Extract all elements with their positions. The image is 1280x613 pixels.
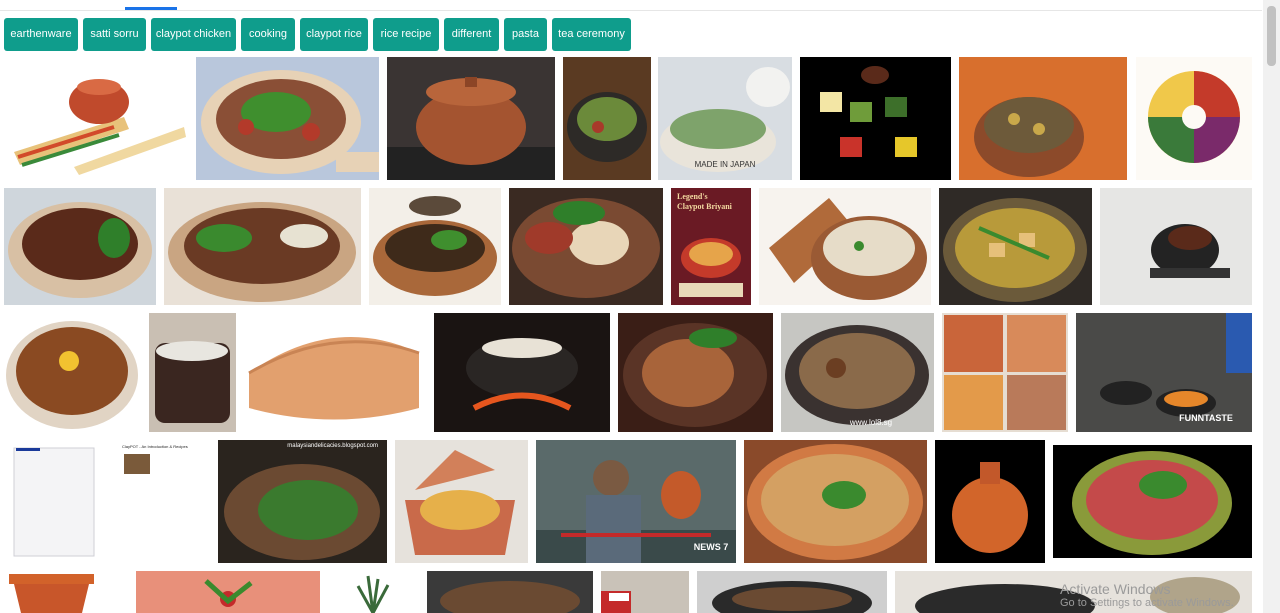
image-result-claypot-fire[interactable]: [434, 313, 610, 432]
image-result-claypot-soup[interactable]: [369, 188, 501, 305]
document-title-text: ClayPOT - An Introduction & Recipes: [122, 444, 188, 449]
funntaste-text: FUNNTASTE: [1179, 413, 1233, 423]
image-result-potter-news[interactable]: NEWS 7: [536, 440, 736, 563]
image-result-claypot-roast[interactable]: [395, 440, 528, 563]
chip-different[interactable]: different: [444, 18, 499, 51]
news7-logo-text: NEWS 7: [694, 542, 729, 552]
image-result-street-cooking[interactable]: FUNNTASTE: [1076, 313, 1252, 432]
image-result-claypot-briyani[interactable]: Legend's Claypot Briyani: [671, 188, 751, 305]
chip-cooking[interactable]: cooking: [241, 18, 295, 51]
image-result-claypot-pork[interactable]: [618, 313, 773, 432]
watermark-title: Activate Windows: [1060, 581, 1171, 597]
image-result-claypot-tofu[interactable]: [939, 188, 1092, 305]
chip-claypot-rice[interactable]: claypot rice: [300, 18, 368, 51]
image-result-spice-swirl[interactable]: [1136, 57, 1252, 180]
chip-rice-recipe[interactable]: rice recipe: [373, 18, 439, 51]
image-result-clay-collage[interactable]: [942, 313, 1068, 432]
lol8-url-text: www.lol8.sg: [849, 418, 892, 427]
top-tab-bar: [0, 0, 1262, 11]
image-result-claypot-vegetables[interactable]: [164, 188, 361, 305]
image-result-tea-set[interactable]: [800, 57, 951, 180]
image-result-document[interactable]: ClayPOT - An Introduction & Recipes: [4, 440, 210, 563]
malaysian-blog-url: malaysiandelicacies.blogspot.com: [287, 443, 378, 449]
image-result-congee-pot[interactable]: [149, 313, 236, 432]
image-result-claypot-greens-bowl[interactable]: [1053, 445, 1252, 558]
image-result-claypot-row5-a[interactable]: [427, 571, 593, 613]
image-result-terracotta-roaster[interactable]: [244, 313, 426, 432]
chip-tea-ceremony[interactable]: tea ceremony: [552, 18, 631, 51]
image-result-claypot-cooking[interactable]: [1100, 188, 1252, 305]
briyani-title-line1: Legend's: [677, 192, 708, 201]
image-result-claypot-noodles[interactable]: [4, 313, 141, 432]
image-result-pasta-pot[interactable]: [4, 57, 189, 180]
watermark-subtitle: Go to Settings to activate Windows.: [1060, 597, 1234, 609]
image-result-claypot-row5-b[interactable]: [697, 571, 887, 613]
image-result-claypot-dish[interactable]: [563, 57, 651, 180]
chip-satti-sorru[interactable]: satti sorru: [83, 18, 146, 51]
made-in-japan-text: MADE IN JAPAN: [695, 160, 756, 169]
image-result-claypot-chicken-blog[interactable]: malaysiandelicacies.blogspot.com: [218, 440, 387, 563]
image-result-claypot-meat[interactable]: [4, 188, 156, 305]
image-result-claypot-beans[interactable]: [759, 188, 931, 305]
image-result-claypot-rice[interactable]: [509, 188, 663, 305]
image-result-clay-pot-stove[interactable]: [387, 57, 555, 180]
briyani-title-line2: Claypot Briyani: [677, 202, 733, 211]
image-result-flag[interactable]: [601, 571, 689, 613]
activate-windows-watermark: Activate Windows Go to Settings to activ…: [1060, 581, 1234, 610]
image-result-tomato-plant[interactable]: [136, 571, 320, 613]
image-result-claypot-greens[interactable]: [196, 57, 379, 180]
image-result-claypot-feast[interactable]: [959, 57, 1127, 180]
image-result-claypot-egg[interactable]: www.lol8.sg: [781, 313, 934, 432]
chip-pasta[interactable]: pasta: [504, 18, 547, 51]
scrollbar-thumb[interactable]: [1267, 6, 1276, 66]
image-result-donabe-japan[interactable]: MADE IN JAPAN: [658, 57, 792, 180]
vertical-scrollbar[interactable]: [1263, 0, 1280, 613]
image-result-terracotta-pot[interactable]: [4, 571, 124, 613]
active-tab-indicator: [125, 7, 177, 10]
image-result-claypot-biryani-bowl[interactable]: [744, 440, 927, 563]
image-result-clay-pitcher[interactable]: [935, 440, 1045, 563]
chip-earthenware[interactable]: earthenware: [4, 18, 78, 51]
chip-claypot-chicken[interactable]: claypot chicken: [151, 18, 236, 51]
image-result-succulent[interactable]: [328, 571, 419, 613]
